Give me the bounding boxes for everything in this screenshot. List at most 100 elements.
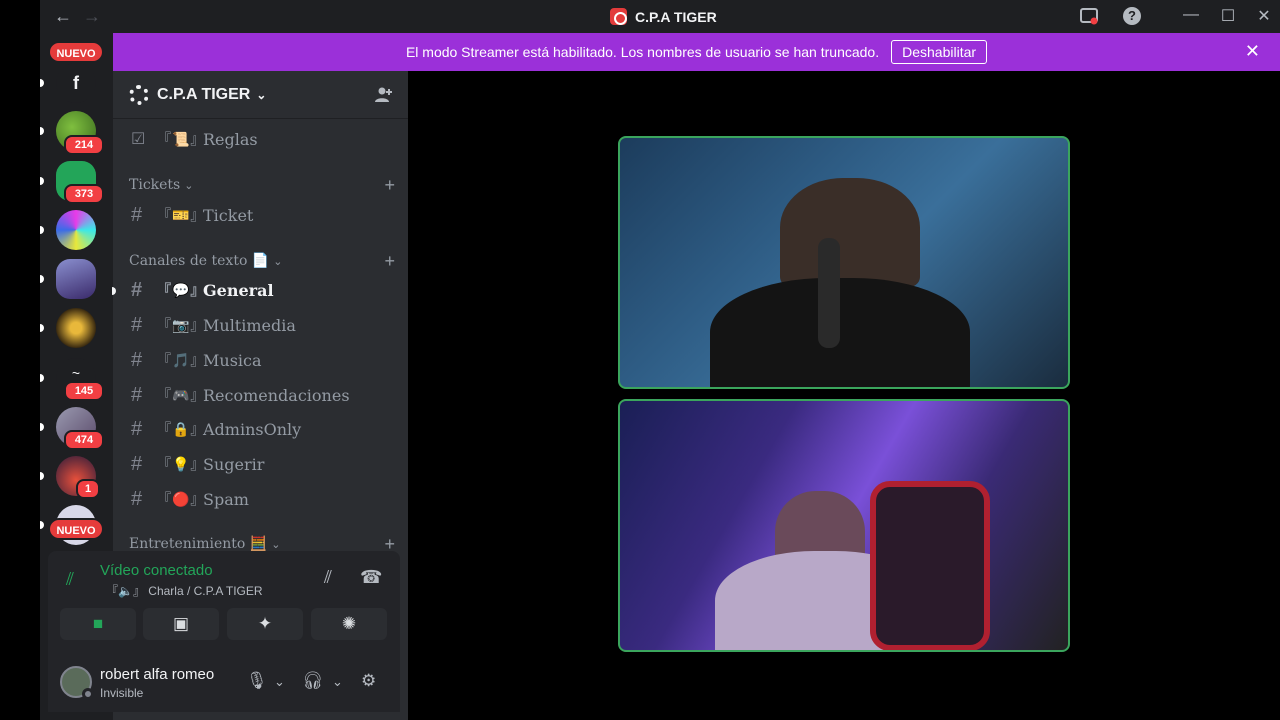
chevron-down-icon: ⌄ [273, 254, 283, 268]
minimize-button[interactable]: — [1181, 6, 1201, 24]
username[interactable]: robert alfa romeo [100, 666, 214, 683]
voice-status[interactable]: Vídeo conectado [100, 562, 213, 579]
unread-pill [40, 472, 44, 480]
voice-channel-location[interactable]: 『🔈』 Charla / C.P.A TIGER [106, 582, 263, 599]
mention-badge: 1 [76, 479, 100, 499]
channel-general[interactable]: # 『💬』 General [121, 274, 399, 306]
forward-arrow-icon[interactable]: → [83, 6, 107, 27]
server-header[interactable]: C.P.A TIGER ⌄ [113, 71, 408, 119]
user-status: Invisible [100, 686, 144, 700]
channel-label: Musica [203, 350, 262, 370]
channel-label: Spam [203, 489, 249, 509]
new-badge-bottom: NUEVO [48, 518, 104, 540]
channel-recomendaciones[interactable]: # 『🎮』 Recomendaciones [121, 379, 399, 411]
server-facebook[interactable]: f [56, 63, 96, 103]
channel-multimedia[interactable]: # 『📷』 Multimedia [121, 309, 399, 341]
channel-spam[interactable]: # 『🔴』 Spam [121, 483, 399, 515]
invisible-status-dot [82, 688, 94, 700]
unread-pill [40, 324, 44, 332]
channel-label: AdminsOnly [203, 419, 302, 439]
video-tile-2[interactable] [618, 399, 1070, 652]
microphone-icon[interactable]: 🎙︎ [246, 671, 268, 691]
server-name: C.P.A TIGER [157, 85, 251, 103]
activities-button[interactable]: ✦ [227, 608, 303, 640]
channel-label: Ticket [203, 205, 254, 225]
channel-rules[interactable]: ☑ 『📜』 Reglas [121, 123, 399, 155]
channel-label: Multimedia [203, 315, 296, 335]
disconnect-icon[interactable]: ☎ [360, 567, 382, 588]
channel-emoji: 『🎵』 [157, 353, 206, 369]
maximize-button[interactable]: ☐ [1218, 6, 1238, 26]
channel-adminsonly[interactable]: # 『🔒』 AdminsOnly [121, 413, 399, 445]
avatar[interactable] [60, 666, 94, 700]
server-icon-anime[interactable] [56, 259, 96, 299]
channel-label: Sugerir [203, 454, 265, 474]
gear-icon[interactable]: ⚙ [361, 671, 376, 691]
category-label: Entretenimiento 🧮 [129, 536, 268, 552]
chevron-down-icon: ⌄ [184, 178, 194, 192]
channel-ticket[interactable]: # 『🎫』 Ticket [121, 199, 399, 231]
chevron-down-icon: ⌄ [256, 87, 267, 102]
mention-badge: 474 [64, 430, 104, 450]
activities-icon: ✦ [257, 614, 273, 633]
channel-emoji: 『📜』 [157, 132, 206, 148]
channel-sugerir[interactable]: # 『💡』 Sugerir [121, 448, 399, 480]
help-icon[interactable]: ? [1123, 7, 1141, 25]
channel-emoji: 『🎫』 [157, 208, 206, 224]
invite-people-icon[interactable] [374, 85, 394, 105]
noise-suppression-icon[interactable]: ⫽ [324, 567, 332, 588]
banner-close-icon[interactable]: ✕ [1245, 41, 1260, 62]
server-icon-sun[interactable] [56, 308, 96, 348]
title-bar: ← → C.P.A TIGER ? — ☐ ✕ [40, 0, 1280, 33]
channel-musica[interactable]: # 『🎵』 Musica [121, 344, 399, 376]
create-channel-icon[interactable]: + [384, 251, 395, 272]
screen-share-button[interactable]: ▣ [143, 608, 219, 640]
user-panel: robert alfa romeo Invisible 🎙︎ ⌄ 🎧︎ ⌄ ⚙ [48, 650, 400, 712]
hash-icon: # [131, 487, 143, 510]
category-label: Canales de texto 📄 [129, 253, 270, 269]
channel-emoji: 『💡』 [157, 457, 206, 473]
banner-message: El modo Streamer está habilitado. Los no… [405, 44, 880, 60]
unread-pill [112, 287, 116, 295]
back-arrow-icon[interactable]: ← [54, 6, 78, 27]
hash-lock-icon: # [131, 203, 143, 226]
connection-signal-icon[interactable]: ⫽ [66, 569, 74, 590]
camera-icon: ■ [92, 614, 104, 633]
participant-body [710, 278, 970, 387]
channel-label: Reglas [203, 129, 258, 149]
unread-pill [40, 521, 44, 529]
unread-pill [40, 79, 44, 87]
close-window-button[interactable]: ✕ [1254, 6, 1274, 26]
camera-button[interactable]: ■ [60, 608, 136, 640]
channel-emoji: 『📷』 [157, 318, 206, 334]
inbox-icon[interactable] [1080, 7, 1098, 25]
unread-pill [40, 177, 44, 185]
category-text-channels[interactable]: Canales de texto 📄 ⌄ + [129, 251, 399, 272]
rules-channel-icon: ☑ [131, 131, 146, 148]
channel-emoji: 『🔒』 [157, 422, 206, 438]
channel-label: Recomendaciones [203, 385, 350, 405]
mic-options-chevron-icon[interactable]: ⌄ [274, 674, 285, 690]
mention-badge: 145 [64, 381, 104, 401]
category-entertainment[interactable]: Entretenimiento 🧮 ⌄ + [129, 534, 399, 554]
hash-lock-icon: # [131, 417, 143, 440]
microphone-prop [818, 238, 840, 348]
mention-badge: 214 [64, 135, 104, 155]
channel-emoji: 『🔴』 [157, 492, 206, 508]
gaming-chair [870, 481, 990, 650]
server-icon-colorful[interactable] [56, 210, 96, 250]
create-channel-icon[interactable]: + [384, 175, 395, 196]
category-label: Tickets [129, 177, 181, 193]
audio-options-chevron-icon[interactable]: ⌄ [332, 674, 343, 690]
app-logo-icon [610, 8, 627, 25]
headphones-icon[interactable]: 🎧︎ [302, 671, 324, 691]
server-settings-icon [129, 84, 149, 105]
category-tickets[interactable]: Tickets ⌄ + [129, 175, 399, 196]
voice-connection-panel: ⫽ Vídeo conectado 『🔈』 Charla / C.P.A TIG… [48, 551, 400, 650]
disable-streamer-button[interactable]: Deshabilitar [891, 40, 988, 64]
history-nav: ← → [54, 6, 107, 27]
unread-pill [40, 127, 44, 135]
video-tile-1[interactable] [618, 136, 1070, 389]
soundboard-button[interactable]: ✺ [311, 608, 387, 640]
unread-pill [40, 226, 44, 234]
